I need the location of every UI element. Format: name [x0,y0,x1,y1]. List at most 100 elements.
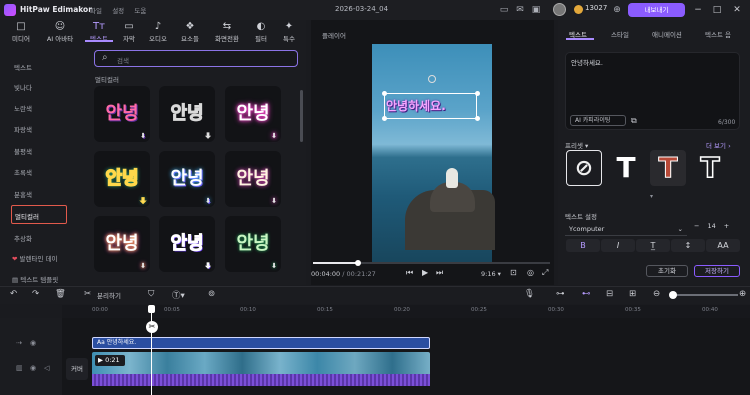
ai-copywriting-button[interactable]: AI 카피라이팅 [570,115,626,126]
split-label[interactable]: 분리하기 [97,290,121,300]
playback-knob[interactable] [355,260,361,266]
plus-icon[interactable]: ⊕ [611,4,623,16]
zoom-in-icon[interactable]: ⊕ [739,289,746,299]
tab-transitions[interactable]: ⇆ 화면전환 [210,22,244,44]
resize-handle[interactable] [475,91,480,96]
preset-red[interactable]: T [650,150,686,186]
scissors-icon[interactable]: ✂ [84,289,91,299]
text-template-card[interactable]: 안녕 ⬇ [159,216,215,272]
eye-icon[interactable]: ◉ [30,339,36,347]
category-item[interactable]: 노란색 [14,103,32,113]
zoom-out-icon[interactable]: ⊖ [653,289,660,299]
tab-effects[interactable]: ✦ 특수 [274,22,304,44]
italic-button[interactable]: I [601,239,635,252]
category-item[interactable]: 텍스트 [14,62,32,72]
tab-subtitle[interactable]: ▭ 자막 [114,22,144,44]
menu-file[interactable]: 파일 [90,7,102,15]
resize-handle[interactable] [382,91,387,96]
font-select[interactable]: Ycomputer ⌄ [565,222,687,236]
rotate-handle-icon[interactable] [428,75,436,83]
prev-frame-icon[interactable]: ⏮ [406,268,413,278]
save-button[interactable]: 저장하기 [694,265,740,277]
play-icon[interactable]: ▶ [422,268,428,277]
speed-icon[interactable]: ⊚ [208,289,215,299]
category-item[interactable]: ❤ 발렌타인 데이 [12,253,57,263]
link-icon[interactable]: ⊶ [556,289,565,299]
shield-icon[interactable]: ⛉ [148,289,154,299]
fullscreen-icon[interactable]: ⤢ [542,268,548,278]
line-spacing-button[interactable]: ↕ [671,239,705,252]
font-size-stepper[interactable]: −14 + [694,222,740,236]
text-template-card[interactable]: 안녕 ⬇ [159,86,215,142]
reset-button[interactable]: 초기화 [646,265,688,277]
split-view-icon[interactable]: ⊞ [629,289,636,299]
redo-icon[interactable]: ↷ [32,289,39,299]
category-item[interactable]: 불평색 [14,146,32,156]
tab-style[interactable]: 스타일 [611,29,629,39]
chevron-down-icon[interactable]: ▾ [650,193,653,200]
category-item[interactable]: 파랑색 [14,124,32,134]
preset-none[interactable]: ⊘ [566,150,602,186]
maximize-icon[interactable]: □ [710,3,724,17]
snap-icon[interactable]: ⊷ [582,289,591,299]
tab-animation[interactable]: 애니메이션 [652,29,682,39]
underline-button[interactable]: T̲ [636,239,670,252]
text-template-card[interactable]: 안녕 ⬇ [94,151,150,207]
preset-outline[interactable]: T [692,150,728,186]
zoom-slider-knob[interactable] [669,291,677,299]
caption-track-icon[interactable]: ⇢ [16,339,22,347]
aspect-ratio-select[interactable]: 9:16 ▾ [481,270,501,278]
split-scissors-icon[interactable]: ✂ [146,321,158,333]
text-template-icon[interactable]: Ⓣ▾ [172,289,185,301]
resize-handle[interactable] [475,116,480,121]
category-item-selected[interactable]: 멀티컬러 [11,205,67,224]
text-template-card[interactable]: 안녕 ⬇ [94,216,150,272]
screen-icon[interactable]: ▣ [530,4,542,16]
tab-media[interactable]: □ 미디어 [6,22,36,44]
notes-icon[interactable]: ✉ [514,4,526,16]
zoom-slider[interactable] [676,294,738,296]
playhead-handle[interactable] [148,305,155,313]
menu-settings[interactable]: 설정 [112,7,124,15]
monitor-icon[interactable]: ▭ [498,4,510,16]
export-button[interactable]: 내보내기 [628,3,685,17]
mic-icon[interactable]: 🎙 [524,289,535,299]
caption-text[interactable]: 안녕하세요. [386,97,446,114]
tab-audio[interactable]: ♪ 오디오 [143,22,173,44]
category-item[interactable]: 초록색 [14,167,32,177]
undo-icon[interactable]: ↶ [10,289,17,299]
preset-white[interactable]: T [608,150,644,186]
tab-text-voice[interactable]: 텍스트 음 [705,29,731,39]
speaker-icon[interactable]: ◁ [44,364,49,372]
eye-icon[interactable]: ◉ [30,364,36,372]
category-item[interactable]: ▤ 텍스트 템플릿 [12,274,58,284]
category-item[interactable]: 빛나다 [14,82,32,92]
next-frame-icon[interactable]: ⏭ [436,268,443,278]
delete-icon[interactable]: 🗑 [55,289,66,299]
close-icon[interactable]: ✕ [730,3,744,17]
text-template-card[interactable]: 안녕 ⬇ [225,86,281,142]
text-template-card[interactable]: 안녕 ⬇ [159,151,215,207]
text-template-card[interactable]: 안녕 ⬇ [94,86,150,142]
tab-elements[interactable]: ❖ 요소들 [175,22,205,44]
search-input[interactable]: ⌕ 검색 [94,50,298,67]
tab-ai-avatar[interactable]: ☺ AI 아바타 [42,22,78,44]
case-button[interactable]: AA [706,239,740,252]
playhead[interactable] [151,305,152,395]
copy-icon[interactable]: ⧉ [631,116,637,126]
resize-handle[interactable] [382,116,387,121]
bold-button[interactable]: B [566,239,600,252]
video-track-icon[interactable]: ▥ [16,364,23,372]
caption-toggle-icon[interactable]: ⊟ [606,289,613,299]
menu-help[interactable]: 도움 [134,7,146,15]
snapshot-icon[interactable]: ◎ [527,268,534,277]
fit-icon[interactable]: ⊡ [510,268,517,277]
text-template-card[interactable]: 안녕 ⬇ [225,216,281,272]
caption-clip[interactable]: Aa 안녕하세요. [92,337,430,349]
tab-filters[interactable]: ◐ 필터 [246,22,276,44]
panel-scrollbar[interactable] [300,90,303,142]
category-item[interactable]: 분홍색 [14,189,32,199]
minimize-icon[interactable]: − [691,3,705,17]
category-item[interactable]: 추상화 [14,233,32,243]
avatar[interactable] [553,3,566,16]
